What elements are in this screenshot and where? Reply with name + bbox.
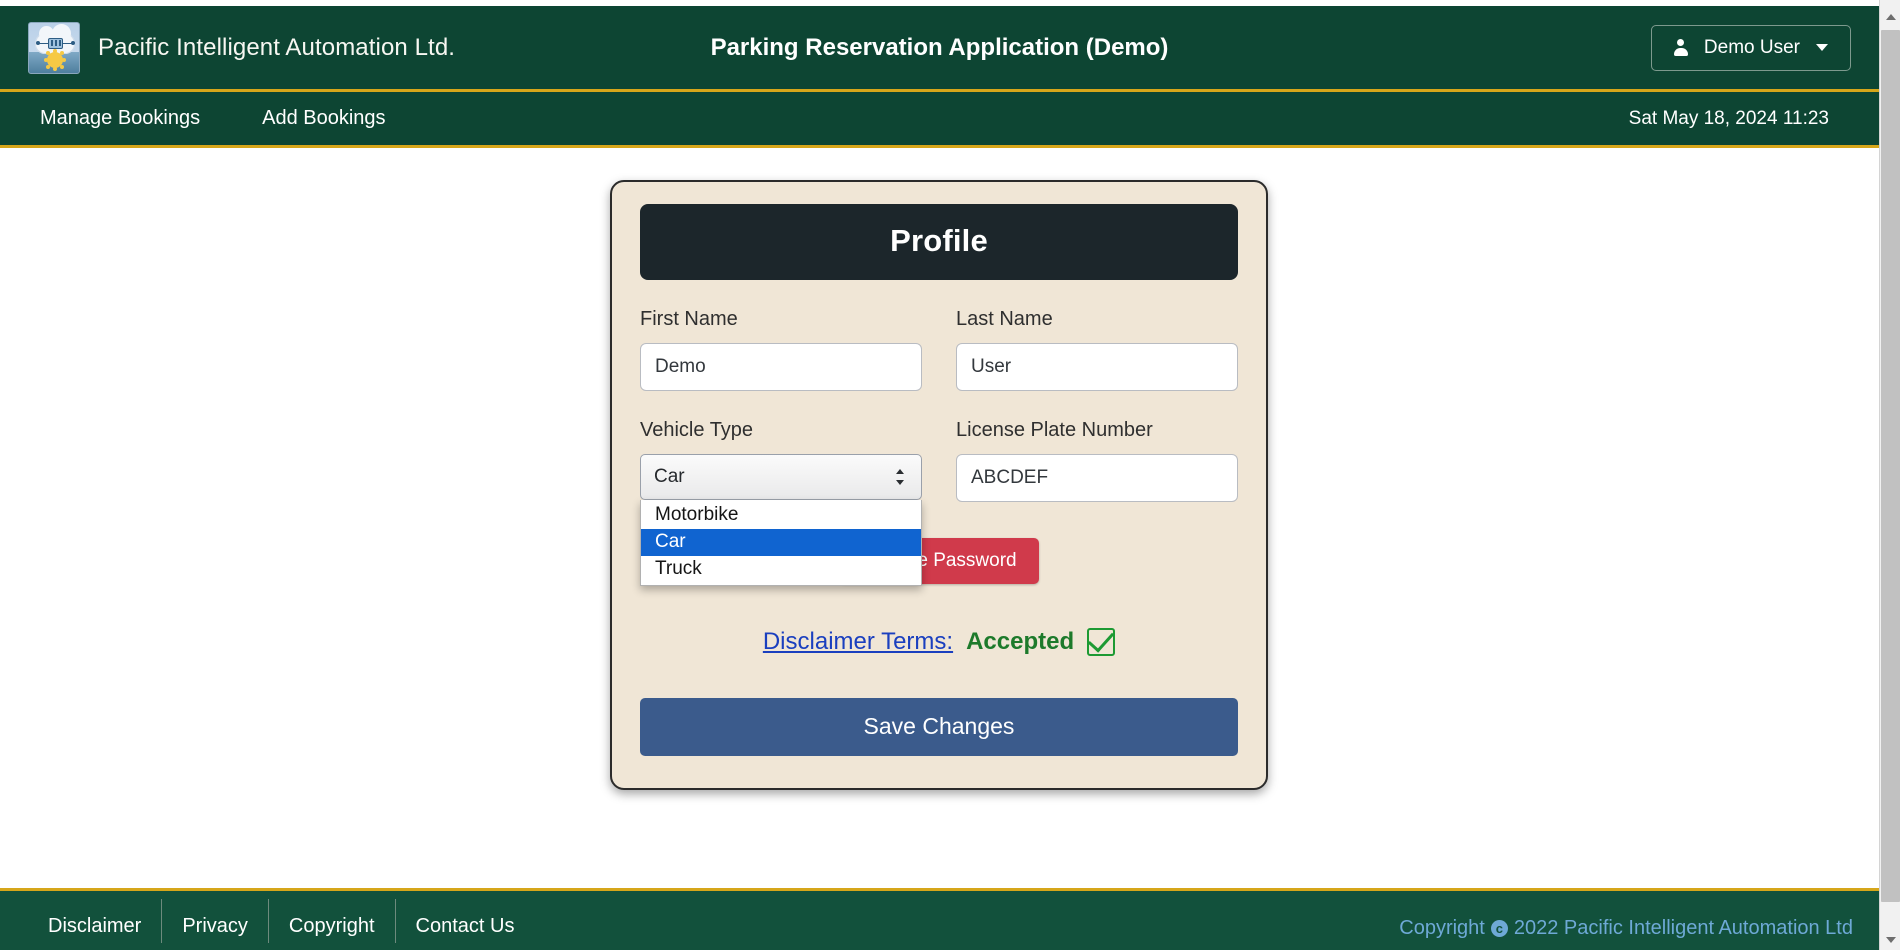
user-menu-label: Demo User [1703,36,1800,58]
vehicle-type-label: Vehicle Type [640,419,754,441]
site-footer: Disclaimer Privacy Copyright Contact Us … [0,888,1879,950]
scrollbar-up-button[interactable] [1880,6,1900,27]
nav-item-add-bookings[interactable]: Add Bookings [262,107,385,130]
scroll-down-arrow-icon [1885,936,1896,943]
footer-copyright-text: 2022 Pacific Intelligent Automation Ltd [1513,917,1853,939]
chevron-down-icon [1816,44,1828,51]
site-header: Pacific Intelligent Automation Ltd. Park… [0,6,1879,92]
disclaimer-row: Disclaimer Terms: Accepted [640,628,1238,656]
footer-link-privacy[interactable]: Privacy [161,898,268,943]
main-content: Profile First Name Last Name Vehicle Typ… [0,148,1879,913]
updown-arrows-icon [896,469,905,485]
vehicle-type-select[interactable]: Car [640,454,922,500]
first-name-label: First Name [640,308,738,330]
vehicle-type-options-list: Motorbike Car Truck [640,500,922,587]
footer-link-contact-us[interactable]: Contact Us [394,898,535,943]
scrollbar-thumb[interactable] [1881,30,1900,902]
browser-viewport: Pacific Intelligent Automation Ltd. Park… [0,0,1900,950]
footer-link-copyright[interactable]: Copyright [267,898,395,943]
user-menu-button[interactable]: Demo User [1650,24,1851,71]
last-name-input[interactable] [956,343,1238,391]
user-icon [1673,39,1688,56]
vehicle-type-field-group: Vehicle Type Car Motorbike Car Truck [640,419,922,587]
brand: Pacific Intelligent Automation Ltd. [28,21,456,74]
page-title: Profile [640,204,1238,280]
vehicle-type-selected-value: Car [654,466,685,487]
main-nav: Manage Bookings Add Bookings Sat May 18,… [0,92,1879,148]
nav-item-manage-bookings[interactable]: Manage Bookings [40,107,200,130]
scrollbar-down-button[interactable] [1880,929,1900,950]
cloud-ai-sun-logo-icon [28,21,80,74]
scroll-up-arrow-icon [1885,13,1896,20]
name-row: First Name Last Name [640,308,1238,391]
brand-name: Pacific Intelligent Automation Ltd. [98,33,456,61]
disclaimer-status: Accepted [966,628,1075,655]
footer-copyright: Copyright c 2022 Pacific Intelligent Aut… [1399,901,1853,940]
footer-links: Disclaimer Privacy Copyright Contact Us [28,898,535,943]
circuit-dot [36,40,40,45]
vehicle-type-option-truck[interactable]: Truck [641,556,921,583]
vehicle-row: Vehicle Type Car Motorbike Car Truck Lic… [640,419,1238,587]
page-frame: Pacific Intelligent Automation Ltd. Park… [0,0,1879,950]
page-scrollbar[interactable] [1879,0,1900,950]
last-name-label: Last Name [956,308,1053,330]
first-name-field-group: First Name [640,308,922,391]
disclaimer-terms-link[interactable]: Disclaimer Terms: [763,628,953,656]
footer-link-disclaimer[interactable]: Disclaimer [28,899,161,943]
profile-card: Profile First Name Last Name Vehicle Typ… [610,180,1268,790]
footer-copyright-prefix: Copyright [1399,917,1485,939]
nav-datetime: Sat May 18, 2024 11:23 [1628,107,1829,129]
sun-icon [47,51,63,68]
vehicle-type-select-wrap: Car Motorbike Car Truck [640,454,922,587]
chip-icon [48,37,63,49]
first-name-input[interactable] [640,343,922,391]
circuit-dot [71,40,75,45]
license-plate-input[interactable] [956,454,1238,502]
copyright-icon: c [1490,920,1508,937]
last-name-field-group: Last Name [956,308,1238,391]
license-plate-field-group: License Plate Number [956,419,1238,502]
vehicle-type-option-motorbike[interactable]: Motorbike [641,502,921,529]
license-plate-label: License Plate Number [956,419,1153,441]
save-changes-button[interactable]: Save Changes [640,698,1238,756]
checked-checkbox-icon[interactable] [1087,628,1116,656]
vehicle-type-option-car[interactable]: Car [641,528,921,556]
